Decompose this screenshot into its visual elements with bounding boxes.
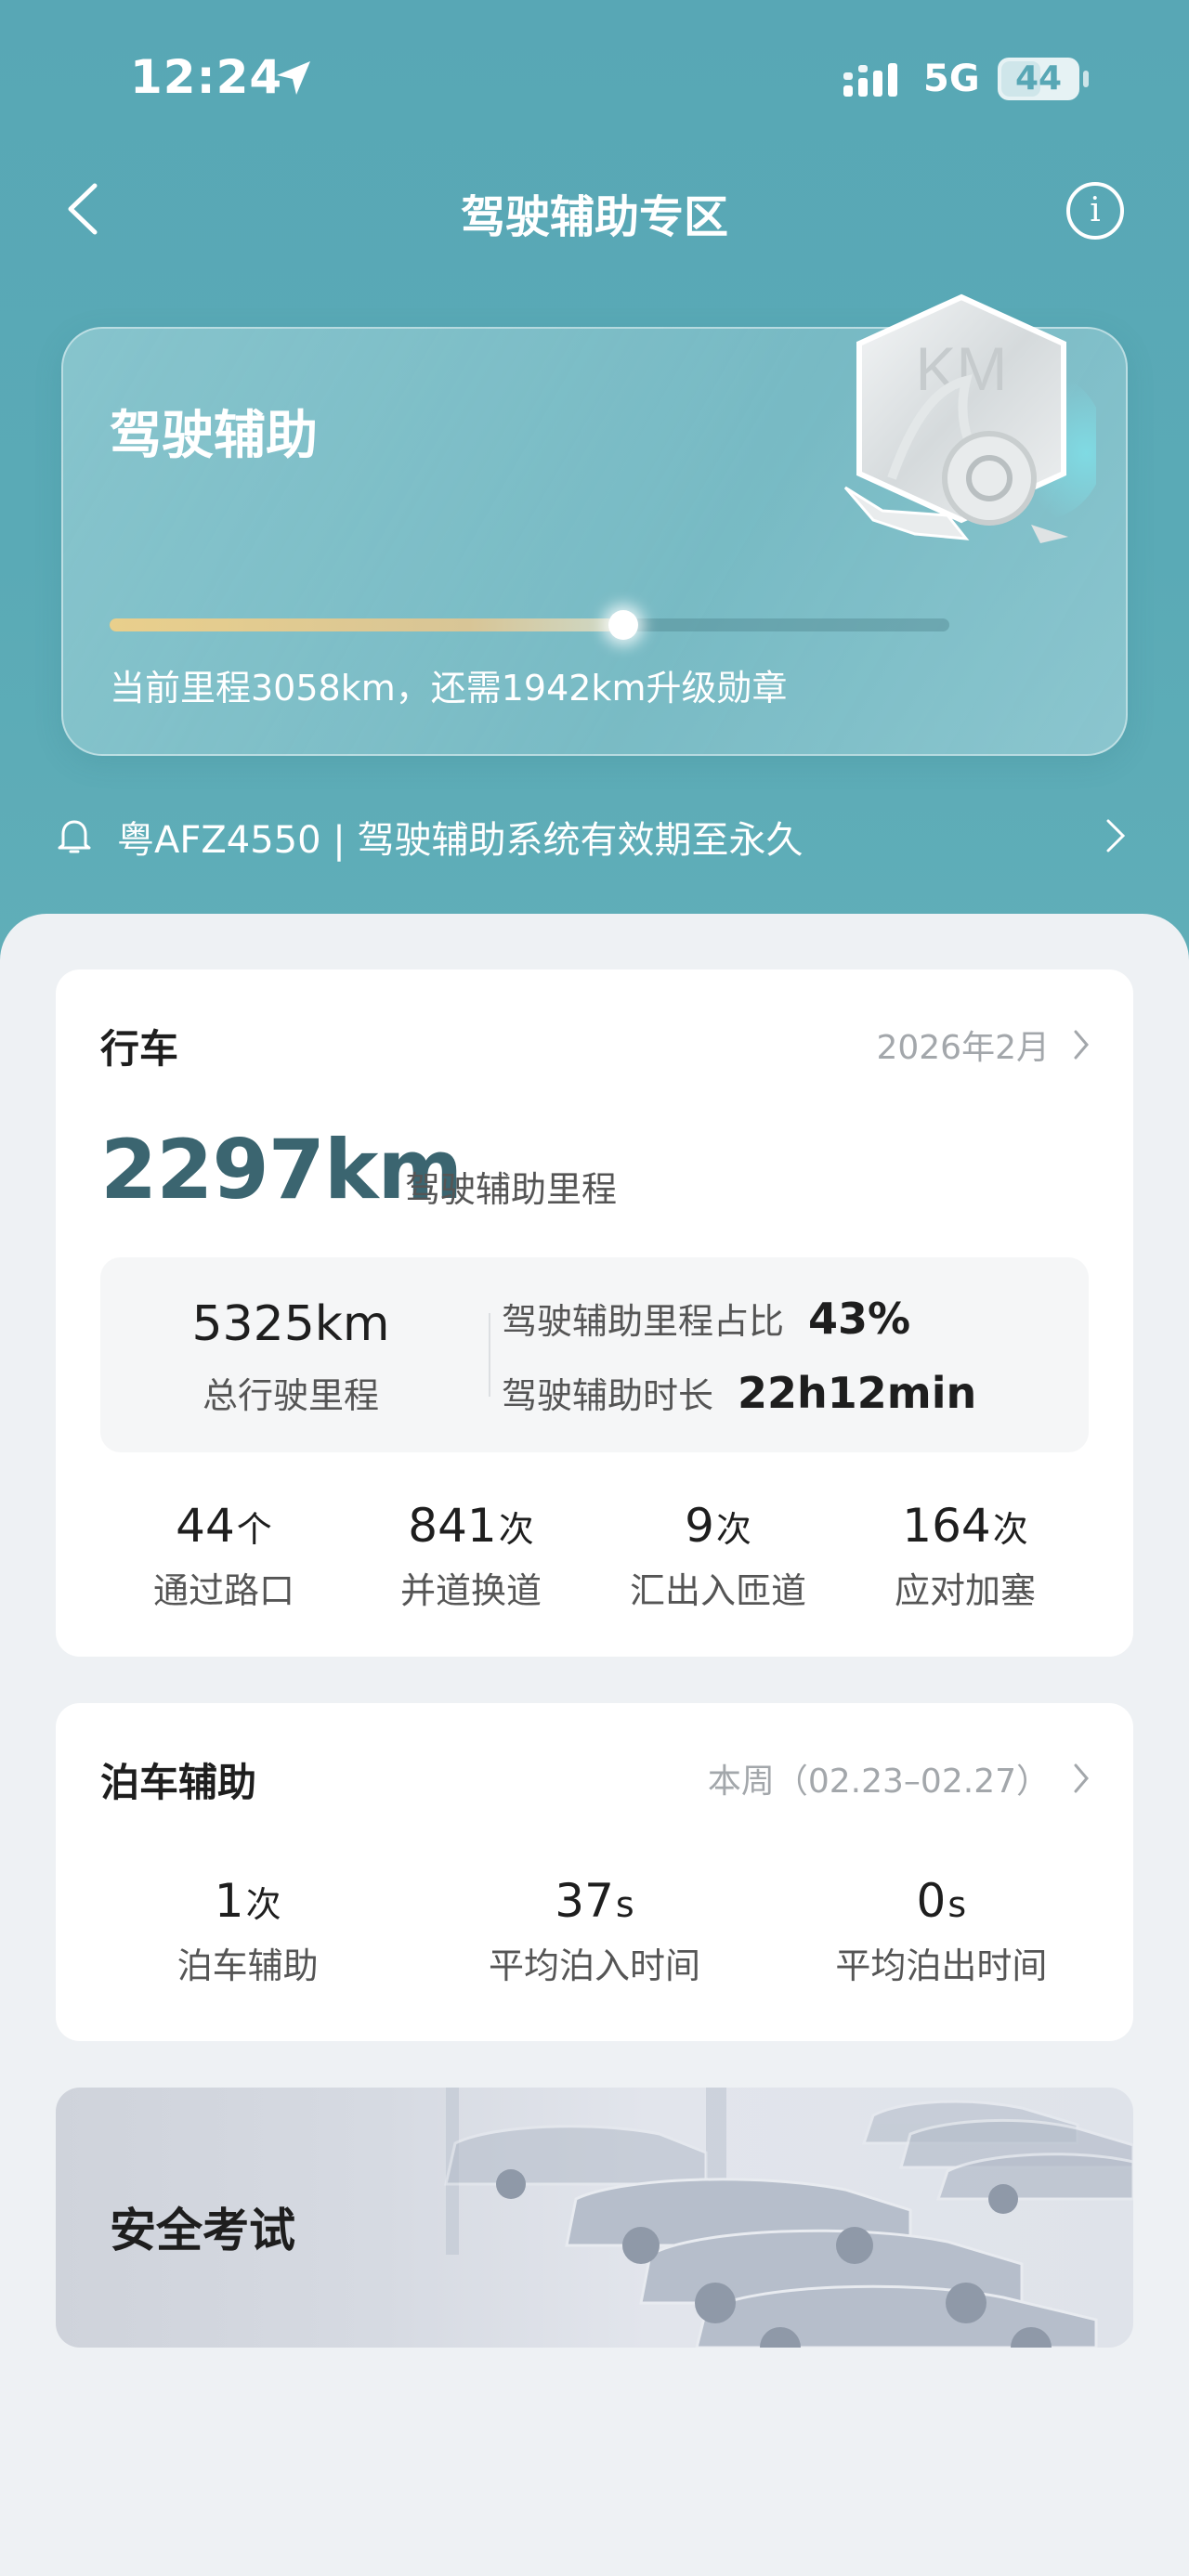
parking-stats: 1次 泊车辅助 37s 平均泊入时间 0s 平均泊出时间 bbox=[74, 1874, 1115, 2004]
parking-period-selector[interactable]: 本周（02.23–02.27） bbox=[708, 1755, 1091, 1802]
stat-lane-changes: 841次 并道换道 bbox=[347, 1499, 594, 1620]
stat-value: 0 bbox=[916, 1874, 947, 1928]
chevron-right-icon bbox=[1074, 1763, 1089, 1793]
stat-label: 平均泊出时间 bbox=[835, 1945, 1048, 1986]
info-icon[interactable]: i bbox=[1066, 182, 1124, 240]
total-km-label: 总行驶里程 bbox=[202, 1375, 379, 1416]
badge-card-title: 驾驶辅助 bbox=[110, 406, 318, 466]
battery-icon: 44 bbox=[998, 58, 1079, 100]
stat-label: 并道换道 bbox=[399, 1570, 542, 1611]
stat-park-in-time: 37s 平均泊入时间 bbox=[421, 1874, 767, 2004]
ratio-label: 驾驶辅助里程占比 bbox=[502, 1301, 785, 1342]
parking-period: 本周（02.23–02.27） bbox=[707, 1763, 1050, 1801]
summary-divider bbox=[489, 1313, 490, 1397]
duration-row: 驾驶辅助时长 22h12min bbox=[502, 1367, 976, 1418]
parking-title: 泊车辅助 bbox=[100, 1760, 257, 1805]
battery-nub bbox=[1083, 71, 1089, 87]
stat-label: 应对加塞 bbox=[894, 1570, 1036, 1611]
stat-unit: 次 bbox=[245, 1884, 281, 1925]
mileage-summary-box: 5325km 总行驶里程 驾驶辅助里程占比 43% 驾驶辅助时长 22h12mi… bbox=[100, 1257, 1089, 1452]
bell-icon bbox=[58, 820, 91, 853]
stat-value: 37 bbox=[555, 1874, 614, 1928]
mileage-progress-fill bbox=[110, 618, 623, 631]
stat-unit: s bbox=[947, 1884, 967, 1925]
stat-label: 汇出入匝道 bbox=[629, 1570, 806, 1611]
stat-park-out-time: 0s 平均泊出时间 bbox=[768, 1874, 1115, 2004]
parking-card: 泊车辅助 本周（02.23–02.27） 1次 泊车辅助 37s 平均泊入时间 … bbox=[56, 1703, 1133, 2041]
stat-value: 44 bbox=[176, 1499, 235, 1553]
stat-value: 841 bbox=[408, 1499, 497, 1553]
stat-unit: s bbox=[615, 1884, 634, 1925]
stat-unit: 个 bbox=[236, 1509, 272, 1550]
ratio-row: 驾驶辅助里程占比 43% bbox=[502, 1293, 910, 1344]
stat-unit: 次 bbox=[498, 1509, 534, 1550]
location-arrow-icon bbox=[277, 61, 310, 95]
signal-icon bbox=[843, 63, 897, 97]
driving-title: 行车 bbox=[100, 1026, 179, 1072]
stat-value: 1 bbox=[214, 1874, 244, 1928]
ratio-value: 43% bbox=[808, 1294, 911, 1344]
stat-parking-count: 1次 泊车辅助 bbox=[74, 1874, 421, 2004]
stat-label: 通过路口 bbox=[152, 1570, 294, 1611]
stat-unit: 次 bbox=[715, 1509, 751, 1550]
stat-label: 泊车辅助 bbox=[176, 1945, 319, 1986]
driving-card: 行车 2026年2月 2297km 驾驶辅助里程 5325km 总行驶里程 驾驶… bbox=[56, 969, 1133, 1657]
assist-km-label: 驾驶辅助里程 bbox=[405, 1169, 618, 1210]
stat-cut-ins: 164次 应对加塞 bbox=[842, 1499, 1089, 1620]
duration-value: 22h12min bbox=[738, 1368, 977, 1418]
network-type: 5G bbox=[923, 58, 980, 100]
parked-cars-illustration bbox=[444, 2088, 1133, 2348]
battery-level: 44 bbox=[1014, 59, 1063, 98]
stat-ramps: 9次 汇出入匝道 bbox=[594, 1499, 842, 1620]
stat-intersections: 44个 通过路口 bbox=[100, 1499, 347, 1620]
status-time: 12:24 bbox=[130, 50, 283, 104]
vehicle-notice-text: 粤AFZ4550 | 驾驶辅助系统有效期至永久 bbox=[117, 819, 804, 862]
stat-value: 9 bbox=[685, 1499, 714, 1553]
stat-label: 平均泊入时间 bbox=[488, 1945, 700, 1986]
stat-unit: 次 bbox=[992, 1509, 1028, 1550]
driving-period-selector[interactable]: 2026年2月 bbox=[876, 1021, 1091, 1068]
driving-stats: 44个 通过路口 841次 并道换道 9次 汇出入匝道 164次 应对加塞 bbox=[100, 1499, 1089, 1620]
status-bar: 12:24 5G 44 bbox=[0, 0, 1189, 158]
driving-period: 2026年2月 bbox=[876, 1029, 1050, 1067]
duration-label: 驾驶辅助时长 bbox=[502, 1375, 714, 1416]
chevron-right-icon bbox=[1106, 819, 1126, 852]
total-km-value: 5325km bbox=[191, 1296, 390, 1352]
vehicle-notice-row[interactable]: 粤AFZ4550 | 驾驶辅助系统有效期至永久 bbox=[56, 804, 1133, 864]
back-chevron-icon[interactable] bbox=[56, 176, 111, 241]
safety-exam-label: 安全考试 bbox=[110, 2204, 295, 2257]
stat-value: 164 bbox=[902, 1499, 991, 1553]
mileage-progress-bar bbox=[110, 610, 949, 640]
mileage-progress-knob bbox=[608, 610, 638, 640]
chevron-right-icon bbox=[1074, 1030, 1089, 1060]
km-medal-icon[interactable]: KM bbox=[827, 288, 1096, 566]
page-title: 驾驶辅助专区 bbox=[460, 191, 728, 243]
safety-exam-banner[interactable]: 安全考试 bbox=[56, 2088, 1133, 2348]
mileage-progress-text: 当前里程3058km，还需1942km升级勋章 bbox=[110, 668, 788, 709]
